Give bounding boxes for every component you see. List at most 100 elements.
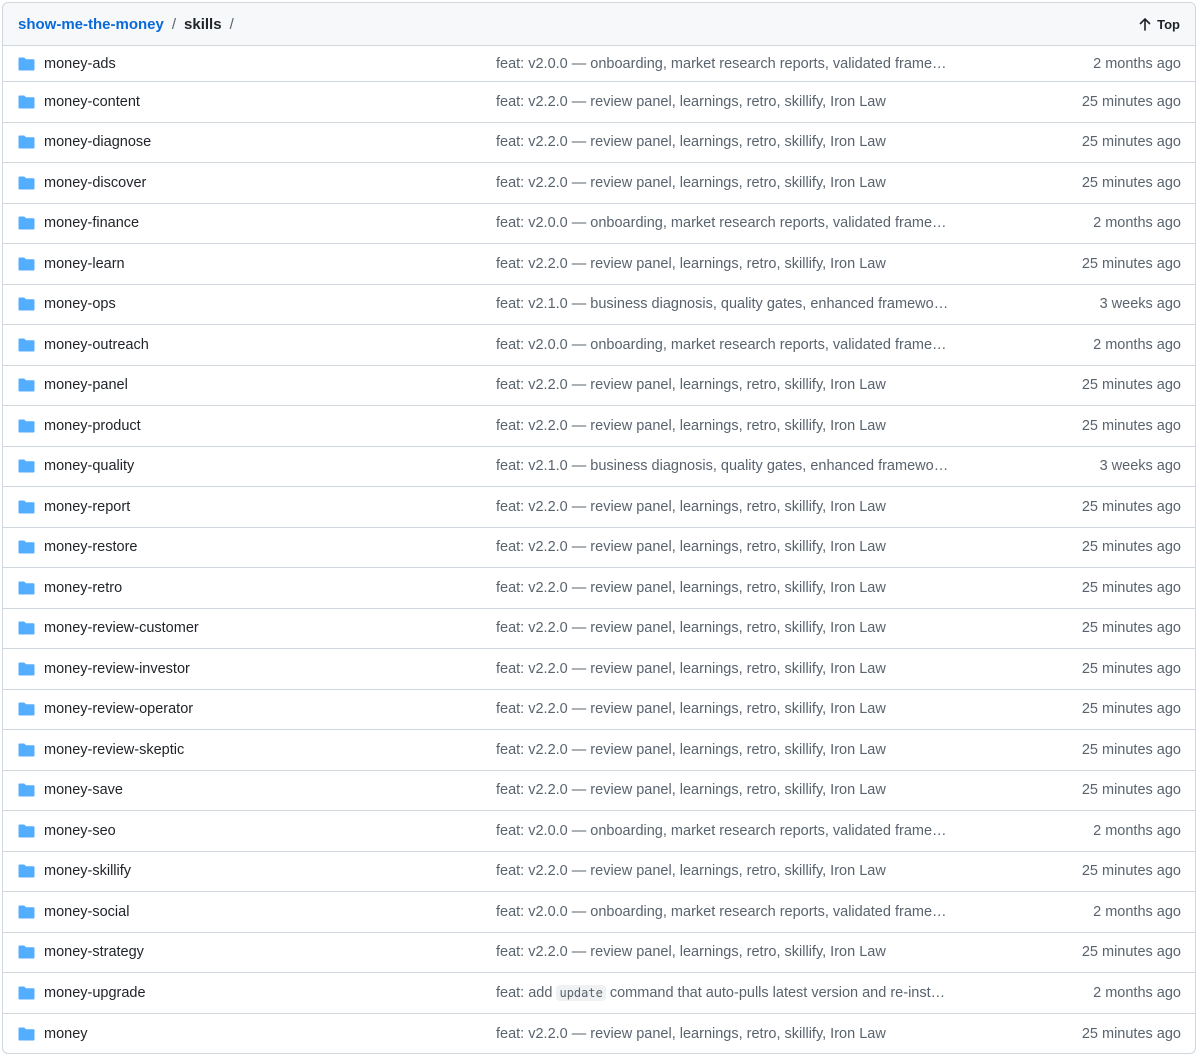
- folder-icon: [18, 581, 35, 595]
- arrow-up-icon: [1139, 17, 1151, 31]
- top-button[interactable]: Top: [1139, 17, 1180, 32]
- folder-icon: [18, 338, 35, 352]
- table-row: money-quality feat: v2.1.0 — business dia…: [3, 447, 1195, 487]
- commit-message-link[interactable]: feat: v2.2.0 — review panel, learnings, …: [481, 661, 951, 677]
- folder-link[interactable]: money-social: [44, 904, 129, 920]
- commit-date: 2 months ago: [1093, 55, 1181, 72]
- breadcrumb-header: show-me-the-money / skills / Top: [3, 3, 1195, 46]
- commit-date: 25 minutes ago: [1081, 498, 1181, 515]
- commit-message-link[interactable]: feat: v2.2.0 — review panel, learnings, …: [481, 539, 951, 555]
- commit-date: 2 months ago: [1093, 984, 1181, 1001]
- folder-icon: [18, 297, 35, 311]
- commit-message-link[interactable]: feat: v2.2.0 — review panel, learnings, …: [481, 863, 951, 879]
- commit-date: 2 months ago: [1093, 336, 1181, 353]
- folder-icon: [18, 57, 35, 71]
- name-cell: money-review-operator: [3, 701, 481, 717]
- table-row: money-ads feat: v2.0.0 — onboarding, mark…: [3, 46, 1195, 82]
- commit-message-link[interactable]: feat: v2.2.0 — review panel, learnings, …: [481, 175, 951, 191]
- folder-link[interactable]: money-learn: [44, 256, 125, 272]
- commit-date: 25 minutes ago: [1081, 863, 1181, 880]
- folder-link[interactable]: money-finance: [44, 215, 139, 231]
- folder-icon: [18, 824, 35, 838]
- commit-message-link[interactable]: feat: v2.2.0 — review panel, learnings, …: [481, 256, 951, 272]
- commit-date: 25 minutes ago: [1081, 93, 1181, 110]
- table-row: money-ops feat: v2.1.0 — business diagnos…: [3, 285, 1195, 325]
- commit-date: 25 minutes ago: [1081, 782, 1181, 799]
- folder-link[interactable]: money-discover: [44, 175, 146, 191]
- folder-link[interactable]: money-outreach: [44, 337, 149, 353]
- breadcrumb: show-me-the-money / skills /: [18, 16, 242, 33]
- folder-link[interactable]: money-content: [44, 94, 140, 110]
- table-row: money-upgrade feat: add update command th…: [3, 973, 1195, 1014]
- commit-message-link[interactable]: feat: v2.2.0 — review panel, learnings, …: [481, 1026, 951, 1042]
- commit-date: 25 minutes ago: [1081, 134, 1181, 151]
- commit-date: 25 minutes ago: [1081, 701, 1181, 718]
- folder-link[interactable]: money-ads: [44, 56, 116, 72]
- table-row: money-review-skeptic feat: v2.2.0 — revie…: [3, 730, 1195, 771]
- table-row: money-review-customer feat: v2.2.0 — revi…: [3, 609, 1195, 649]
- commit-message-link[interactable]: feat: add update command that auto-pulls…: [481, 984, 951, 1001]
- table-row: money-restore feat: v2.2.0 — review panel…: [3, 528, 1195, 568]
- name-cell: money-learn: [3, 256, 481, 272]
- commit-message-link[interactable]: feat: v2.2.0 — review panel, learnings, …: [481, 418, 951, 434]
- folder-link[interactable]: money-restore: [44, 539, 137, 555]
- commit-date: 25 minutes ago: [1081, 660, 1181, 677]
- breadcrumb-repo-link[interactable]: show-me-the-money: [18, 16, 164, 33]
- folder-link[interactable]: money-upgrade: [44, 985, 146, 1001]
- breadcrumb-separator: /: [171, 15, 177, 33]
- commit-message-link[interactable]: feat: v2.0.0 — onboarding, market resear…: [481, 337, 951, 353]
- table-row: money-skillify feat: v2.2.0 — review pane…: [3, 852, 1195, 892]
- folder-link[interactable]: money: [44, 1026, 88, 1042]
- folder-icon: [18, 540, 35, 554]
- name-cell: money-save: [3, 782, 481, 798]
- folder-link[interactable]: money-seo: [44, 823, 116, 839]
- folder-icon: [18, 1027, 35, 1041]
- name-cell: money-retro: [3, 580, 481, 596]
- commit-message-link[interactable]: feat: v2.2.0 — review panel, learnings, …: [481, 944, 951, 960]
- table-row: money-review-operator feat: v2.2.0 — revi…: [3, 690, 1195, 730]
- folder-link[interactable]: money-review-skeptic: [44, 742, 184, 758]
- folder-link[interactable]: money-ops: [44, 296, 116, 312]
- commit-message-link[interactable]: feat: v2.2.0 — review panel, learnings, …: [481, 620, 951, 636]
- table-row: money-content feat: v2.2.0 — review panel…: [3, 82, 1195, 123]
- name-cell: money-diagnose: [3, 134, 481, 150]
- commit-message-link[interactable]: feat: v2.1.0 — business diagnosis, quali…: [481, 458, 951, 474]
- folder-link[interactable]: money-panel: [44, 377, 128, 393]
- name-cell: money-ops: [3, 296, 481, 312]
- commit-message-link[interactable]: feat: v2.2.0 — review panel, learnings, …: [481, 580, 951, 596]
- commit-date: 25 minutes ago: [1081, 620, 1181, 637]
- folder-link[interactable]: money-review-customer: [44, 620, 199, 636]
- commit-message-text: command that auto-pulls latest version a…: [605, 984, 946, 1001]
- commit-message-link[interactable]: feat: v2.2.0 — review panel, learnings, …: [481, 782, 951, 798]
- folder-link[interactable]: money-review-investor: [44, 661, 190, 677]
- commit-message-link[interactable]: feat: v2.0.0 — onboarding, market resear…: [481, 215, 951, 231]
- table-row: money-finance feat: v2.0.0 — onboarding, …: [3, 204, 1195, 244]
- folder-link[interactable]: money-review-operator: [44, 701, 193, 717]
- name-cell: money-strategy: [3, 944, 481, 960]
- folder-icon: [18, 702, 35, 716]
- commit-message-link[interactable]: feat: v2.2.0 — review panel, learnings, …: [481, 134, 951, 150]
- folder-link[interactable]: money-save: [44, 782, 123, 798]
- commit-date: 25 minutes ago: [1081, 255, 1181, 272]
- folder-icon: [18, 378, 35, 392]
- table-row: money-discover feat: v2.2.0 — review pane…: [3, 163, 1195, 204]
- commit-message-link[interactable]: feat: v2.1.0 — business diagnosis, quali…: [481, 296, 951, 312]
- folder-link[interactable]: money-diagnose: [44, 134, 151, 150]
- folder-link[interactable]: money-skillify: [44, 863, 131, 879]
- folder-link[interactable]: money-retro: [44, 580, 122, 596]
- folder-link[interactable]: money-report: [44, 499, 130, 515]
- folder-link[interactable]: money-product: [44, 418, 141, 434]
- folder-link[interactable]: money-quality: [44, 458, 134, 474]
- commit-message-link[interactable]: feat: v2.2.0 — review panel, learnings, …: [481, 499, 951, 515]
- commit-message-link[interactable]: feat: v2.2.0 — review panel, learnings, …: [481, 377, 951, 393]
- commit-message-link[interactable]: feat: v2.2.0 — review panel, learnings, …: [481, 742, 951, 758]
- commit-message-link[interactable]: feat: v2.0.0 — onboarding, market resear…: [481, 904, 951, 920]
- folder-link[interactable]: money-strategy: [44, 944, 144, 960]
- commit-message-link[interactable]: feat: v2.2.0 — review panel, learnings, …: [481, 701, 951, 717]
- commit-message-link[interactable]: feat: v2.2.0 — review panel, learnings, …: [481, 94, 951, 110]
- commit-message-link[interactable]: feat: v2.0.0 — onboarding, market resear…: [481, 56, 951, 72]
- folder-icon: [18, 176, 35, 190]
- table-row: money-panel feat: v2.2.0 — review panel, …: [3, 366, 1195, 406]
- commit-message-text: feat: add: [496, 984, 557, 1001]
- commit-message-link[interactable]: feat: v2.0.0 — onboarding, market resear…: [481, 823, 951, 839]
